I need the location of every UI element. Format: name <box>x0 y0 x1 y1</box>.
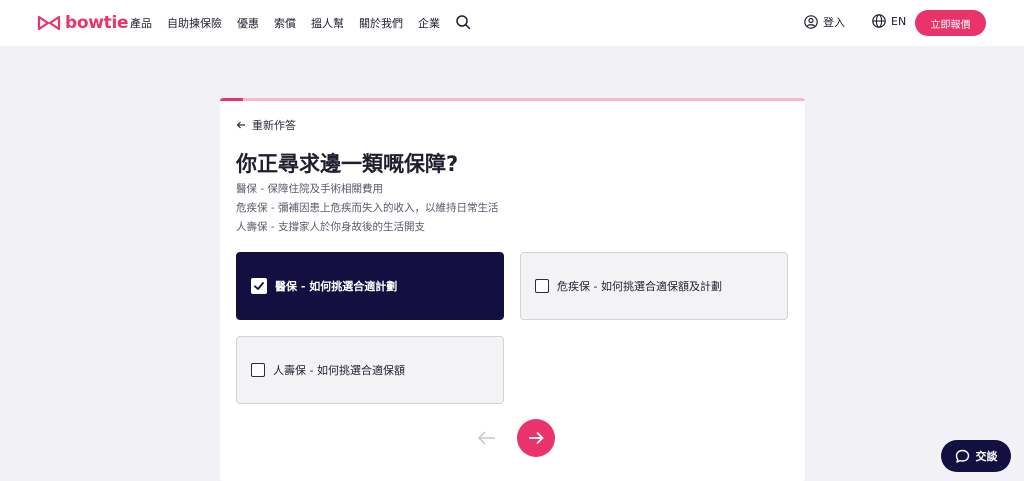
checkbox-checked[interactable] <box>251 278 267 294</box>
nav-item-enterprise[interactable]: 企業 <box>418 15 440 31</box>
arrow-right-icon <box>529 431 544 445</box>
bowtie-logo-icon <box>37 15 61 31</box>
login-link[interactable]: 登入 <box>804 14 845 30</box>
quiz-card: 重新作答 你正尋求邊一類嘅保障? 醫保 - 保障住院及手術相關費用 危疾保 - … <box>220 98 805 481</box>
previous-arrow-icon[interactable] <box>476 427 498 449</box>
chat-bubble-icon <box>955 449 969 463</box>
description-critical-illness: 危疾保 - 彌補因患上危疾而失入的收入，以維持日常生活 <box>236 202 499 214</box>
restart-quiz-link[interactable]: 重新作答 <box>236 117 296 133</box>
checkbox-unchecked[interactable] <box>535 279 549 293</box>
description-medical: 醫保 - 保障住院及手術相關費用 <box>236 183 383 195</box>
main-nav: 產品 自助揀保險 優惠 索償 搵人幫 關於我們 企業 <box>130 15 440 31</box>
nav-item-self-service-insurance[interactable]: 自助揀保險 <box>167 15 222 31</box>
nav-item-get-help[interactable]: 搵人幫 <box>311 15 344 31</box>
brand-name: bowtie <box>65 13 129 33</box>
nav-item-offers[interactable]: 優惠 <box>237 15 259 31</box>
top-header: bowtie 產品 自助揀保險 優惠 索償 搵人幫 關於我們 企業 登入 EN … <box>0 0 1024 46</box>
nav-item-products[interactable]: 產品 <box>130 15 152 31</box>
globe-icon <box>872 14 886 28</box>
chat-label: 交談 <box>975 450 998 463</box>
search-icon[interactable] <box>455 14 471 30</box>
nav-item-about-us[interactable]: 關於我們 <box>359 15 403 31</box>
question-title: 你正尋求邊一類嘅保障? <box>236 152 459 176</box>
progress-bar-fill <box>220 98 244 101</box>
chat-button[interactable]: 交談 <box>941 440 1011 472</box>
nav-item-claims[interactable]: 索償 <box>274 15 296 31</box>
restart-quiz-label: 重新作答 <box>252 119 296 132</box>
get-quote-button[interactable]: 立即報價 <box>915 10 986 36</box>
progress-bar <box>220 98 805 101</box>
login-label: 登入 <box>823 16 845 29</box>
option-label: 危疾保 - 如何挑選合適保額及計劃 <box>557 280 722 293</box>
option-critical-illness[interactable]: 危疾保 - 如何挑選合適保額及計劃 <box>520 252 788 320</box>
option-label: 人壽保 - 如何挑選合適保額 <box>273 364 405 377</box>
option-label: 醫保 - 如何挑選合適計劃 <box>275 280 398 293</box>
next-button[interactable] <box>517 419 555 457</box>
description-life: 人壽保 - 支撐家人於你身故後的生活開支 <box>236 221 425 233</box>
option-medical[interactable]: 醫保 - 如何挑選合適計劃 <box>236 252 504 320</box>
language-label: EN <box>891 14 907 28</box>
checkmark-icon <box>254 282 264 290</box>
arrow-left-icon <box>236 121 245 129</box>
user-icon <box>804 15 818 29</box>
bowtie-logo[interactable]: bowtie <box>37 13 129 33</box>
checkbox-unchecked[interactable] <box>251 363 265 377</box>
option-life[interactable]: 人壽保 - 如何挑選合適保額 <box>236 336 504 404</box>
language-switch[interactable]: EN <box>872 14 906 28</box>
